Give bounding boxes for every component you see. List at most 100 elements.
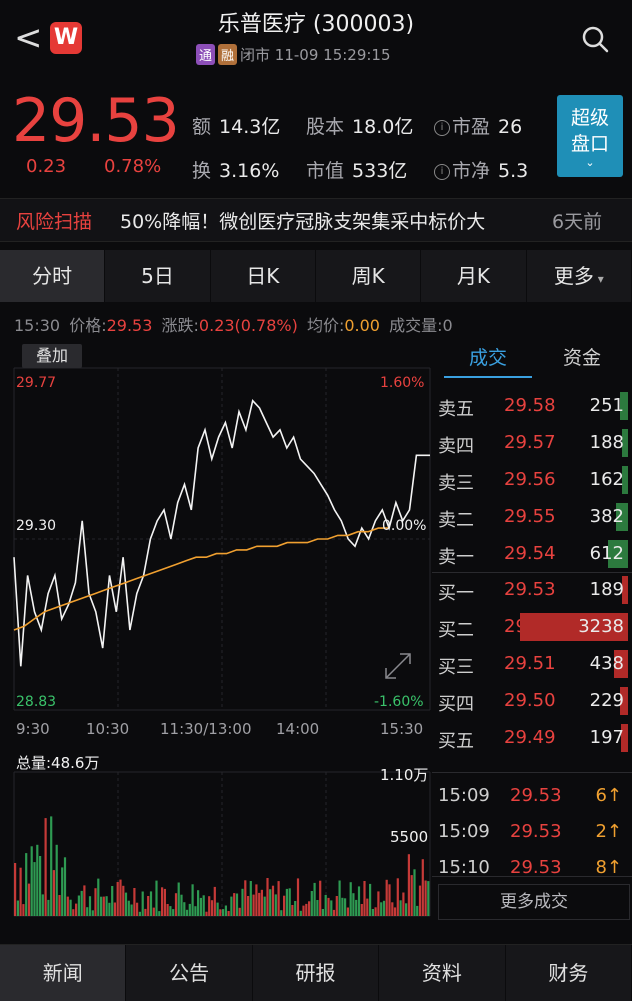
volume-bar: [199, 897, 202, 916]
ask-row[interactable]: 卖五 29.58 251: [432, 388, 628, 424]
volume-bar: [158, 911, 161, 916]
volume-bar: [191, 884, 194, 916]
volume-bar: [402, 892, 405, 916]
level-label: 买五: [438, 731, 474, 752]
volume-bar: [202, 895, 205, 916]
volume-bar: [116, 882, 119, 916]
level-volume: 189: [589, 579, 624, 600]
ask-row[interactable]: 卖四 29.57 188: [432, 425, 628, 461]
volume-bar: [230, 896, 233, 916]
trade-price: 29.53: [510, 857, 562, 878]
nav-news[interactable]: 新闻: [0, 945, 127, 1001]
volume-bar: [319, 880, 322, 916]
nav-announcements[interactable]: 公告: [126, 945, 253, 1001]
trade-row: 15:09 29.53 2↑: [432, 816, 628, 848]
volume-bar: [163, 888, 166, 916]
overlay-button[interactable]: 叠加: [22, 344, 82, 368]
divider: [432, 772, 632, 773]
volume-bar: [94, 888, 97, 916]
volume-bar: [155, 880, 158, 916]
level-label: 买二: [438, 620, 474, 641]
volume-bar: [341, 897, 344, 916]
volume-bar: [144, 908, 147, 916]
y-axis-bottom: 28.83: [16, 694, 57, 710]
volume-bar: [50, 816, 53, 916]
volume-bar: [22, 904, 25, 916]
bid-row[interactable]: 买二29.523238: [432, 609, 628, 645]
volume-bar: [357, 886, 361, 916]
volume-bar: [222, 909, 225, 916]
volume-bar: [166, 904, 169, 916]
volume-bar: [72, 909, 75, 916]
level-volume: 229: [589, 690, 624, 711]
volume-bar: [391, 902, 394, 916]
volume-bar: [161, 887, 164, 916]
volume-bar: [280, 910, 283, 916]
trade-price: 29.53: [510, 821, 562, 842]
volume-bar: [33, 862, 36, 916]
trade-price: 29.53: [510, 785, 562, 806]
ask-row[interactable]: 卖二 29.55 382: [432, 499, 628, 535]
ask-row[interactable]: 卖三 29.56 162: [432, 462, 628, 498]
level-label: 卖五: [438, 399, 474, 420]
nav-profile[interactable]: 资料: [379, 945, 506, 1001]
volume-bar: [299, 910, 302, 916]
volume-bar: [177, 882, 180, 916]
bid-row[interactable]: 买四 29.50 229: [432, 683, 628, 719]
level-volume: 251: [589, 395, 624, 416]
expand-icon[interactable]: [382, 650, 414, 682]
tab-capital[interactable]: 资金: [542, 340, 622, 376]
tab-trades[interactable]: 成交: [444, 340, 532, 378]
ask-row[interactable]: 卖一 29.54 612: [432, 536, 628, 572]
volume-bar: [324, 895, 327, 916]
volume-bar: [174, 893, 178, 916]
volume-bar: [371, 909, 374, 916]
volume-bar: [338, 880, 341, 916]
volume-bar: [388, 884, 391, 916]
nav-financials[interactable]: 财务: [506, 945, 632, 1001]
bid-row[interactable]: 买三 29.51 438: [432, 646, 628, 682]
volume-bar: [77, 895, 80, 916]
volume-bar: [188, 903, 191, 916]
level-label: 卖三: [438, 473, 474, 494]
volume-bar: [52, 870, 55, 916]
volume-bar: [413, 869, 416, 916]
volume-bar: [346, 907, 349, 916]
volume-bar: [80, 890, 83, 916]
volume-bar: [44, 818, 47, 916]
volume-bar: [310, 891, 313, 916]
y-axis-top: 29.77: [16, 375, 57, 391]
volume-bar: [36, 844, 39, 916]
volume-bar: [244, 880, 247, 916]
volume-bar: [147, 896, 150, 916]
nav-research[interactable]: 研报: [253, 945, 380, 1001]
volume-bar: [418, 885, 422, 916]
volume-bar: [227, 911, 230, 916]
volume-bar: [396, 878, 399, 916]
volume-bar: [296, 878, 300, 916]
volume-bar: [263, 896, 266, 916]
level-label: 卖四: [438, 436, 474, 457]
volume-bar: [247, 896, 250, 916]
volume-bar: [291, 905, 294, 916]
volume-bar: [138, 911, 141, 916]
volume-bar: [335, 896, 338, 916]
volume-bar: [385, 879, 388, 916]
bid-row[interactable]: 买五 29.49 197: [432, 720, 628, 756]
volume-bar: [424, 880, 427, 916]
trade-time: 15:09: [438, 785, 490, 806]
level-price: 29.53: [504, 579, 556, 600]
volume-bar: [427, 881, 430, 916]
volume-bar: [352, 893, 355, 916]
volume-bar: [283, 895, 286, 916]
volume-bar: [305, 903, 308, 916]
level-price: 29.58: [504, 395, 556, 416]
bid-row[interactable]: 买一 29.53 189: [432, 572, 628, 608]
trade-volume: 6↑: [595, 785, 622, 806]
more-trades-button[interactable]: 更多成交: [438, 884, 630, 920]
volume-bar: [366, 898, 369, 916]
trade-row: 15:09 29.53 6↑: [432, 780, 628, 812]
level-label: 卖二: [438, 510, 474, 531]
volume-bar: [255, 884, 258, 916]
level-price: 29.54: [504, 543, 556, 564]
